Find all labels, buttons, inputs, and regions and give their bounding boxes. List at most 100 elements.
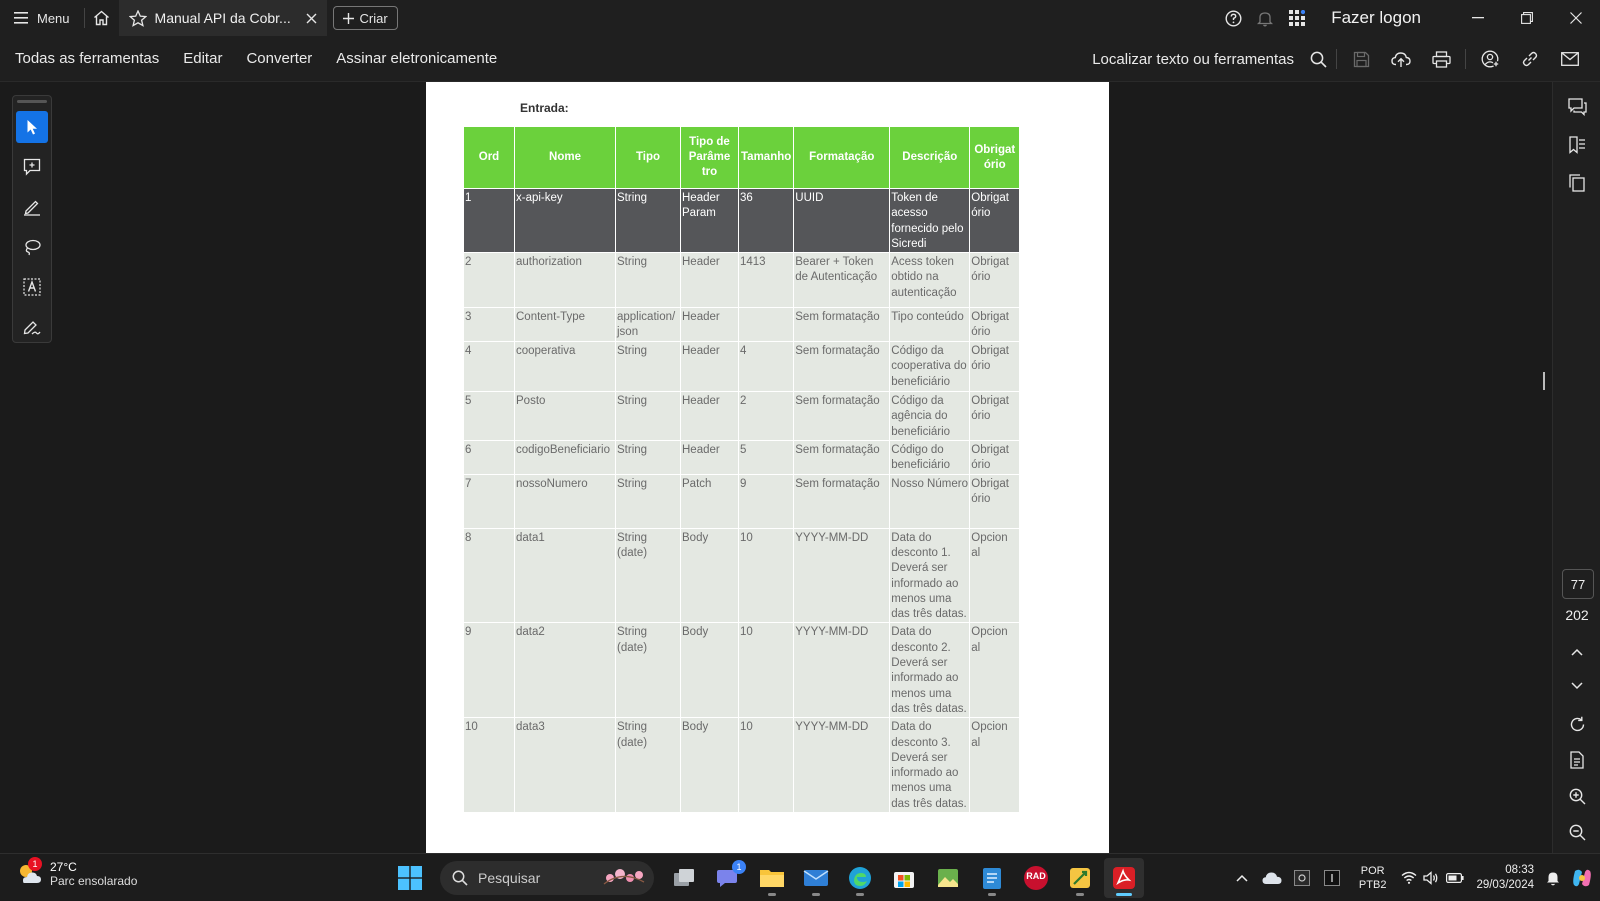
- table-cell: Código do beneficiário: [889, 440, 971, 475]
- edit-menu[interactable]: Editar: [171, 50, 234, 67]
- find-tools-label[interactable]: Localizar texto ou ferramentas: [1092, 51, 1294, 68]
- acrobat-app[interactable]: [1104, 857, 1144, 898]
- create-label: Criar: [359, 10, 388, 26]
- volume-status[interactable]: [1420, 854, 1442, 901]
- apps-grid-icon: [1289, 10, 1306, 26]
- battery-status[interactable]: [1442, 854, 1468, 901]
- tab-document[interactable]: Manual API da Cobr...: [118, 0, 327, 36]
- home-button[interactable]: [85, 0, 119, 36]
- start-button[interactable]: [390, 858, 430, 898]
- task-view-button[interactable]: [664, 858, 704, 898]
- utility-app[interactable]: [1060, 858, 1100, 898]
- search-icon: [1310, 51, 1327, 68]
- running-indicator: [1076, 892, 1084, 896]
- copy-link-button[interactable]: [1510, 36, 1550, 82]
- scrollbar-thumb[interactable]: [1543, 372, 1545, 390]
- table-cell: data2: [514, 622, 616, 719]
- apps-button[interactable]: [1281, 0, 1313, 36]
- tray-app-a[interactable]: [1287, 854, 1317, 901]
- text-recognition-tool-button[interactable]: [16, 271, 48, 303]
- table-cell: 10: [737, 527, 795, 624]
- file-explorer-app[interactable]: [752, 858, 792, 898]
- previous-page-button[interactable]: [1553, 635, 1600, 669]
- current-page-input[interactable]: 77: [1562, 569, 1594, 599]
- draw-tool-button[interactable]: [16, 231, 48, 263]
- edge-browser-app[interactable]: [840, 858, 880, 898]
- vertical-scrollbar[interactable]: [1536, 82, 1552, 853]
- show-hidden-icons-button[interactable]: [1227, 854, 1257, 901]
- share-user-button[interactable]: [1470, 36, 1510, 82]
- sign-menu[interactable]: Assinar eletronicamente: [324, 50, 509, 67]
- bookmarks-panel-button[interactable]: [1553, 126, 1600, 164]
- select-tool-button[interactable]: [16, 111, 48, 143]
- menu-button[interactable]: Menu: [0, 0, 84, 36]
- photos-app[interactable]: [928, 858, 968, 898]
- pages-panel-button[interactable]: [1553, 164, 1600, 202]
- wifi-status[interactable]: [1398, 854, 1420, 901]
- language-code: POR: [1360, 864, 1385, 877]
- close-window-button[interactable]: [1551, 0, 1600, 36]
- zoom-in-button[interactable]: [1553, 779, 1600, 813]
- header-cell: Tamanho: [737, 126, 795, 189]
- cherry-blossom-icon: [602, 866, 646, 889]
- email-button[interactable]: [1550, 36, 1590, 82]
- date-display: 29/03/2024: [1476, 878, 1534, 891]
- divider: [1336, 49, 1337, 69]
- pages-icon: [1569, 174, 1585, 192]
- tray-app-b[interactable]: [1317, 854, 1347, 901]
- cursor-icon: [27, 120, 37, 135]
- input-language[interactable]: POR PTB2: [1359, 864, 1387, 892]
- add-comment-tool-button[interactable]: [16, 151, 48, 183]
- panel-grip[interactable]: [17, 100, 47, 103]
- table-cell: Body: [680, 717, 739, 814]
- copilot-button[interactable]: [1564, 854, 1600, 901]
- taskbar-search[interactable]: Pesquisar: [440, 860, 654, 895]
- teams-chat-app[interactable]: 1: [708, 858, 748, 898]
- all-tools-menu[interactable]: Todas as ferramentas: [0, 50, 171, 67]
- convert-menu[interactable]: Converter: [234, 50, 324, 67]
- table-row: 3 Content-Type application/ json Header …: [463, 307, 1021, 343]
- table-cell: YYYY-MM-DD: [793, 527, 891, 624]
- table-cell: 36: [737, 187, 795, 254]
- rad-app[interactable]: RAD: [1016, 858, 1056, 898]
- notepad-app[interactable]: [972, 858, 1012, 898]
- weather-widget[interactable]: 1 27°C Parc ensolarado: [16, 857, 137, 888]
- table-cell: 9: [737, 473, 795, 529]
- table-cell: 1: [463, 187, 515, 254]
- print-button[interactable]: [1421, 36, 1461, 82]
- sign-tool-button[interactable]: [16, 311, 48, 343]
- star-icon[interactable]: [128, 9, 147, 27]
- clock[interactable]: 08:33 29/03/2024: [1476, 863, 1534, 893]
- notification-center-button[interactable]: [1542, 854, 1564, 901]
- lasso-icon: [25, 239, 41, 256]
- comments-panel-button[interactable]: [1553, 88, 1600, 126]
- table-cell: Header Param: [680, 187, 739, 254]
- zoom-out-button[interactable]: [1553, 815, 1600, 849]
- sign-in-button[interactable]: Fazer logon: [1331, 8, 1421, 28]
- search-button[interactable]: [1304, 36, 1332, 82]
- page-view-button[interactable]: [1553, 743, 1600, 777]
- search-placeholder: Pesquisar: [478, 869, 541, 886]
- title-bar: Menu Manual API da Cobr... Criar Fazer l…: [0, 0, 1600, 36]
- table-cell: Content-Type: [514, 307, 616, 343]
- help-button[interactable]: [1217, 0, 1249, 36]
- table-cell: UUID: [793, 187, 891, 254]
- table-cell: Tipo conteúdo: [889, 307, 971, 343]
- create-button[interactable]: Criar: [332, 6, 398, 30]
- table-cell: String: [615, 187, 681, 254]
- microsoft-store-app[interactable]: [884, 858, 924, 898]
- minimize-button[interactable]: [1453, 0, 1502, 36]
- rotate-button[interactable]: [1553, 707, 1600, 741]
- tools-app-icon: [1070, 867, 1090, 888]
- save-icon: [1353, 51, 1369, 67]
- running-indicator: [856, 892, 864, 896]
- highlight-tool-button[interactable]: [16, 191, 48, 223]
- upload-cloud-button[interactable]: [1381, 36, 1421, 82]
- notifications-button[interactable]: [1249, 0, 1281, 36]
- mail-app[interactable]: [796, 858, 836, 898]
- next-page-button[interactable]: [1553, 669, 1600, 703]
- onedrive-tray[interactable]: [1257, 854, 1287, 901]
- close-tab-icon[interactable]: [306, 13, 317, 24]
- restore-button[interactable]: [1502, 0, 1551, 36]
- save-button[interactable]: [1341, 36, 1381, 82]
